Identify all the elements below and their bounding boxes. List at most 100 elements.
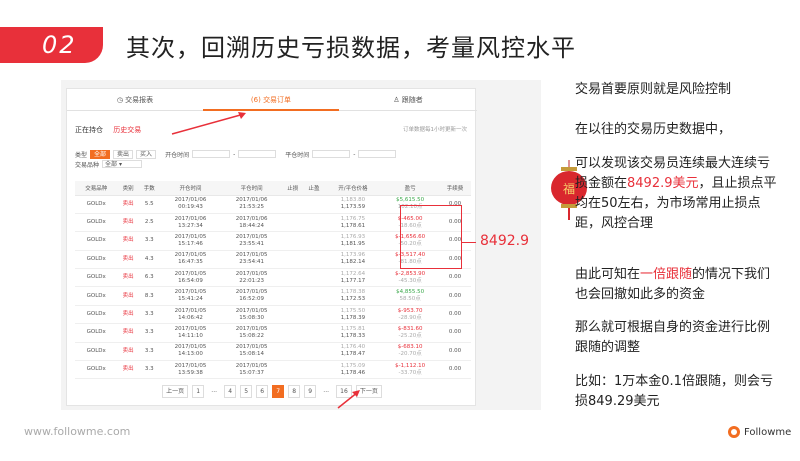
- close-date: 2017/01/05: [235, 252, 268, 259]
- close-time: 15:07:37: [239, 369, 264, 376]
- pnl-points: -45.30点: [398, 277, 422, 284]
- report-icon: ◷: [116, 96, 126, 104]
- pnl-amount: $-831.60: [397, 325, 423, 332]
- open-time: 00:19:43: [178, 204, 203, 211]
- lots: 3.3: [144, 366, 154, 373]
- column-header[interactable]: 类别: [117, 181, 139, 196]
- open-time-to[interactable]: [238, 150, 277, 158]
- filter-all[interactable]: 全部: [90, 149, 111, 159]
- filter-buy[interactable]: 买入: [136, 149, 157, 159]
- table-cell: $-683.10 -20.70点: [381, 342, 440, 362]
- symbol: GOLDx: [86, 366, 106, 373]
- close-time-from[interactable]: [312, 150, 351, 158]
- open-date: 2017/01/05: [174, 270, 207, 277]
- table-row: GOLDx 卖出 3.3 2017/01/05 14:06:42 2017/01/05 15…: [75, 305, 471, 325]
- page-button[interactable]: 1: [192, 385, 205, 398]
- pnl-points: -25.20点: [398, 332, 422, 339]
- lots: 3.3: [144, 237, 154, 244]
- column-header[interactable]: 盈亏: [381, 181, 440, 196]
- followme-logo-icon: [728, 426, 740, 438]
- table-cell: 2017/01/06 00:19:43: [159, 195, 222, 214]
- section-number-badge: 02: [0, 27, 103, 63]
- page-button[interactable]: 5: [240, 385, 253, 398]
- open-date: 2017/01/05: [174, 362, 207, 369]
- close-date: 2017/01/05: [235, 233, 268, 240]
- subtab-history[interactable]: 历史交易: [113, 126, 141, 134]
- page-button[interactable]: 7: [272, 385, 285, 398]
- close-price: 1,178.47: [340, 351, 366, 358]
- slide-title: 其次，回溯历史亏损数据，考量风控水平: [126, 34, 576, 62]
- page-button[interactable]: 6: [256, 385, 269, 398]
- close-time: 23:54:41: [239, 259, 264, 266]
- open-price: 1,183.80: [340, 197, 366, 204]
- column-header[interactable]: 止损: [282, 181, 304, 196]
- table-cell: GOLDx: [75, 195, 118, 214]
- close-date: 2017/01/05: [235, 289, 268, 296]
- table-cell: 0.00: [439, 305, 471, 325]
- position-subtabs: 正在持仓 历史交易: [75, 125, 149, 135]
- table-cell: 3.3: [138, 305, 160, 325]
- column-header[interactable]: 交易品种: [75, 181, 118, 196]
- site-url: www.followme.com: [24, 425, 131, 438]
- table-cell: 1,178.38 1,172.53: [324, 286, 382, 306]
- close-price: 1,178.33: [340, 332, 366, 339]
- open-price: 1,176.40: [340, 344, 366, 351]
- close-price: 1,177.17: [340, 277, 366, 284]
- close-time: 15:08:14: [239, 351, 264, 358]
- prev-page-button[interactable]: 上一页: [162, 385, 189, 398]
- table-cell: 2017/01/05 16:54:09: [159, 268, 222, 288]
- tab-followers[interactable]: ♙ 跟随者: [339, 89, 477, 111]
- close-time-to[interactable]: [358, 150, 397, 158]
- table-cell: 0.00: [439, 360, 471, 380]
- table-cell: GOLDx: [75, 213, 118, 233]
- table-cell: 2017/01/05 16:52:09: [221, 286, 283, 306]
- open-time: 15:17:46: [178, 240, 203, 247]
- table-cell: 2.5: [138, 213, 160, 233]
- tab-label: (6) 交易订单: [250, 96, 292, 104]
- table-cell: 卖出: [117, 213, 139, 233]
- table-cell: 2017/01/05 22:01:23: [221, 268, 283, 288]
- subtab-open-positions[interactable]: 正在持仓: [75, 126, 103, 134]
- table-cell: [303, 250, 325, 270]
- table-cell: 2017/01/06 18:44:24: [221, 213, 283, 233]
- page-button[interactable]: 9: [304, 385, 317, 398]
- close-price: 1,178.61: [340, 222, 366, 229]
- trade-type: 卖出: [122, 366, 134, 373]
- trade-type: 卖出: [122, 329, 134, 336]
- example-text: 比如：1万本金0.1倍跟随，则会亏损849.29美元: [575, 374, 773, 409]
- close-date: 2017/01/05: [235, 325, 268, 332]
- page-ellipsis: ...: [208, 385, 221, 398]
- table-cell: [282, 231, 304, 251]
- symbol-select[interactable]: 全部 ▾: [102, 160, 143, 168]
- open-time-from[interactable]: [192, 150, 231, 158]
- column-header[interactable]: 手续费: [439, 181, 471, 196]
- trade-type: 卖出: [122, 311, 134, 318]
- loss-callout: 8492.9: [480, 233, 529, 249]
- column-header[interactable]: 开/平仓价格: [324, 181, 382, 196]
- filter-sell[interactable]: 卖出: [113, 149, 134, 159]
- table-cell: [282, 286, 304, 306]
- symbol: GOLDx: [86, 274, 106, 281]
- column-header[interactable]: 止盈: [303, 181, 325, 196]
- table-cell: [282, 195, 304, 214]
- lots: 3.3: [144, 329, 154, 336]
- table-cell: 2017/01/06 13:27:34: [159, 213, 222, 233]
- column-header[interactable]: 手数: [138, 181, 160, 196]
- column-header[interactable]: 平仓时间: [221, 181, 283, 196]
- table-cell: [282, 268, 304, 288]
- close-price: 1,173.59: [340, 204, 366, 211]
- page-button[interactable]: 4: [224, 385, 237, 398]
- symbol: GOLDx: [86, 200, 106, 207]
- lots: 3.3: [144, 311, 154, 318]
- column-header[interactable]: 开仓时间: [159, 181, 222, 196]
- close-price: 1,178.39: [340, 314, 366, 321]
- table-cell: 1,183.80 1,173.59: [324, 195, 382, 214]
- table-cell: $4,855.50 58.50点: [381, 286, 440, 306]
- open-date: 2017/01/05: [174, 233, 207, 240]
- page-button[interactable]: 8: [288, 385, 301, 398]
- table-cell: [282, 342, 304, 362]
- table-cell: 3.3: [138, 231, 160, 251]
- table-row: GOLDx 卖出 3.3 2017/01/05 13:59:38 2017/01/05 15…: [75, 360, 471, 380]
- table-cell: $-2,853.90 -45.30点: [381, 268, 440, 288]
- table-cell: [282, 323, 304, 343]
